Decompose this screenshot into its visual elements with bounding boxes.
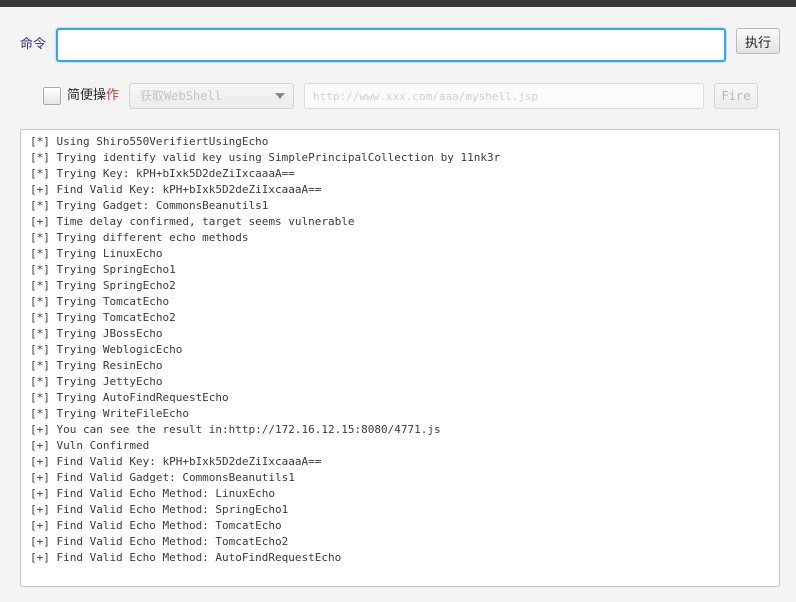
log-line: [*] Trying TomcatEcho [30, 295, 170, 308]
log-line: [*] Trying JBossEcho [30, 327, 163, 340]
log-line: [+] Find Valid Echo Method: TomcatEcho2 [30, 535, 289, 548]
simple-mode-checkbox[interactable] [43, 87, 61, 105]
log-line: [*] Trying TomcatEcho2 [30, 311, 176, 324]
log-line: [+] Find Valid Echo Method: TomcatEcho [30, 519, 282, 532]
simple-mode-label-char: 作 [106, 88, 120, 103]
log-line: [*] Trying Key: kPH+bIxk5D2deZiIxcaaaA== [30, 167, 295, 180]
log-line: [*] Using Shiro550VerifiertUsingEcho [30, 135, 269, 148]
log-line: [*] Trying SpringEcho1 [30, 263, 176, 276]
log-line: [*] Trying SpringEcho2 [30, 279, 176, 292]
log-line: [+] Find Valid Echo Method: SpringEcho1 [30, 503, 289, 516]
chevron-down-icon [275, 93, 285, 99]
log-line: [*] Trying WriteFileEcho [30, 407, 189, 420]
simple-mode-label[interactable]: 简便操作 [67, 87, 119, 105]
log-line: [*] Trying identify valid key using Simp… [30, 151, 501, 164]
log-line: [+] Find Valid Echo Method: LinuxEcho [30, 487, 276, 500]
log-line: [*] Trying ResinEcho [30, 359, 163, 372]
command-input[interactable] [56, 28, 726, 62]
execute-button[interactable]: 执行 [736, 28, 780, 54]
simple-mode-label-char: 简 [67, 88, 81, 103]
webshell-url-input[interactable] [304, 83, 704, 109]
log-line: [*] Trying Gadget: CommonsBeanutils1 [30, 199, 269, 212]
window-top-bar [0, 0, 796, 7]
operation-select-value: 获取WebShell [140, 89, 222, 103]
output-log[interactable]: [*] Using Shiro550VerifiertUsingEcho [*] … [20, 129, 780, 587]
log-line: [*] Trying JettyEcho [30, 375, 163, 388]
log-line: [+] Vuln Confirmed [30, 439, 150, 452]
log-line: [*] Trying WeblogicEcho [30, 343, 183, 356]
simple-mode-label-char: 便 [80, 88, 94, 103]
log-line: [+] Find Valid Gadget: CommonsBeanutils1 [30, 471, 295, 484]
log-line: [*] Trying LinuxEcho [30, 247, 163, 260]
log-line: [+] Time delay confirmed, target seems v… [30, 215, 355, 228]
log-line: [+] Find Valid Echo Method: AutoFindRequ… [30, 551, 342, 564]
fire-button[interactable]: Fire [714, 83, 758, 109]
command-label: 命令 [20, 37, 47, 52]
operation-select[interactable]: 获取WebShell [129, 83, 294, 109]
simple-mode-label-char: 操 [93, 88, 107, 103]
log-line: [*] Trying different echo methods [30, 231, 249, 244]
log-line: [+] You can see the result in:http://172… [30, 423, 441, 436]
log-line: [*] Trying AutoFindRequestEcho [30, 391, 229, 404]
log-line: [+] Find Valid Key: kPH+bIxk5D2deZiIxcaa… [30, 183, 322, 196]
log-line: [+] Find Valid Key: kPH+bIxk5D2deZiIxcaa… [30, 455, 322, 468]
